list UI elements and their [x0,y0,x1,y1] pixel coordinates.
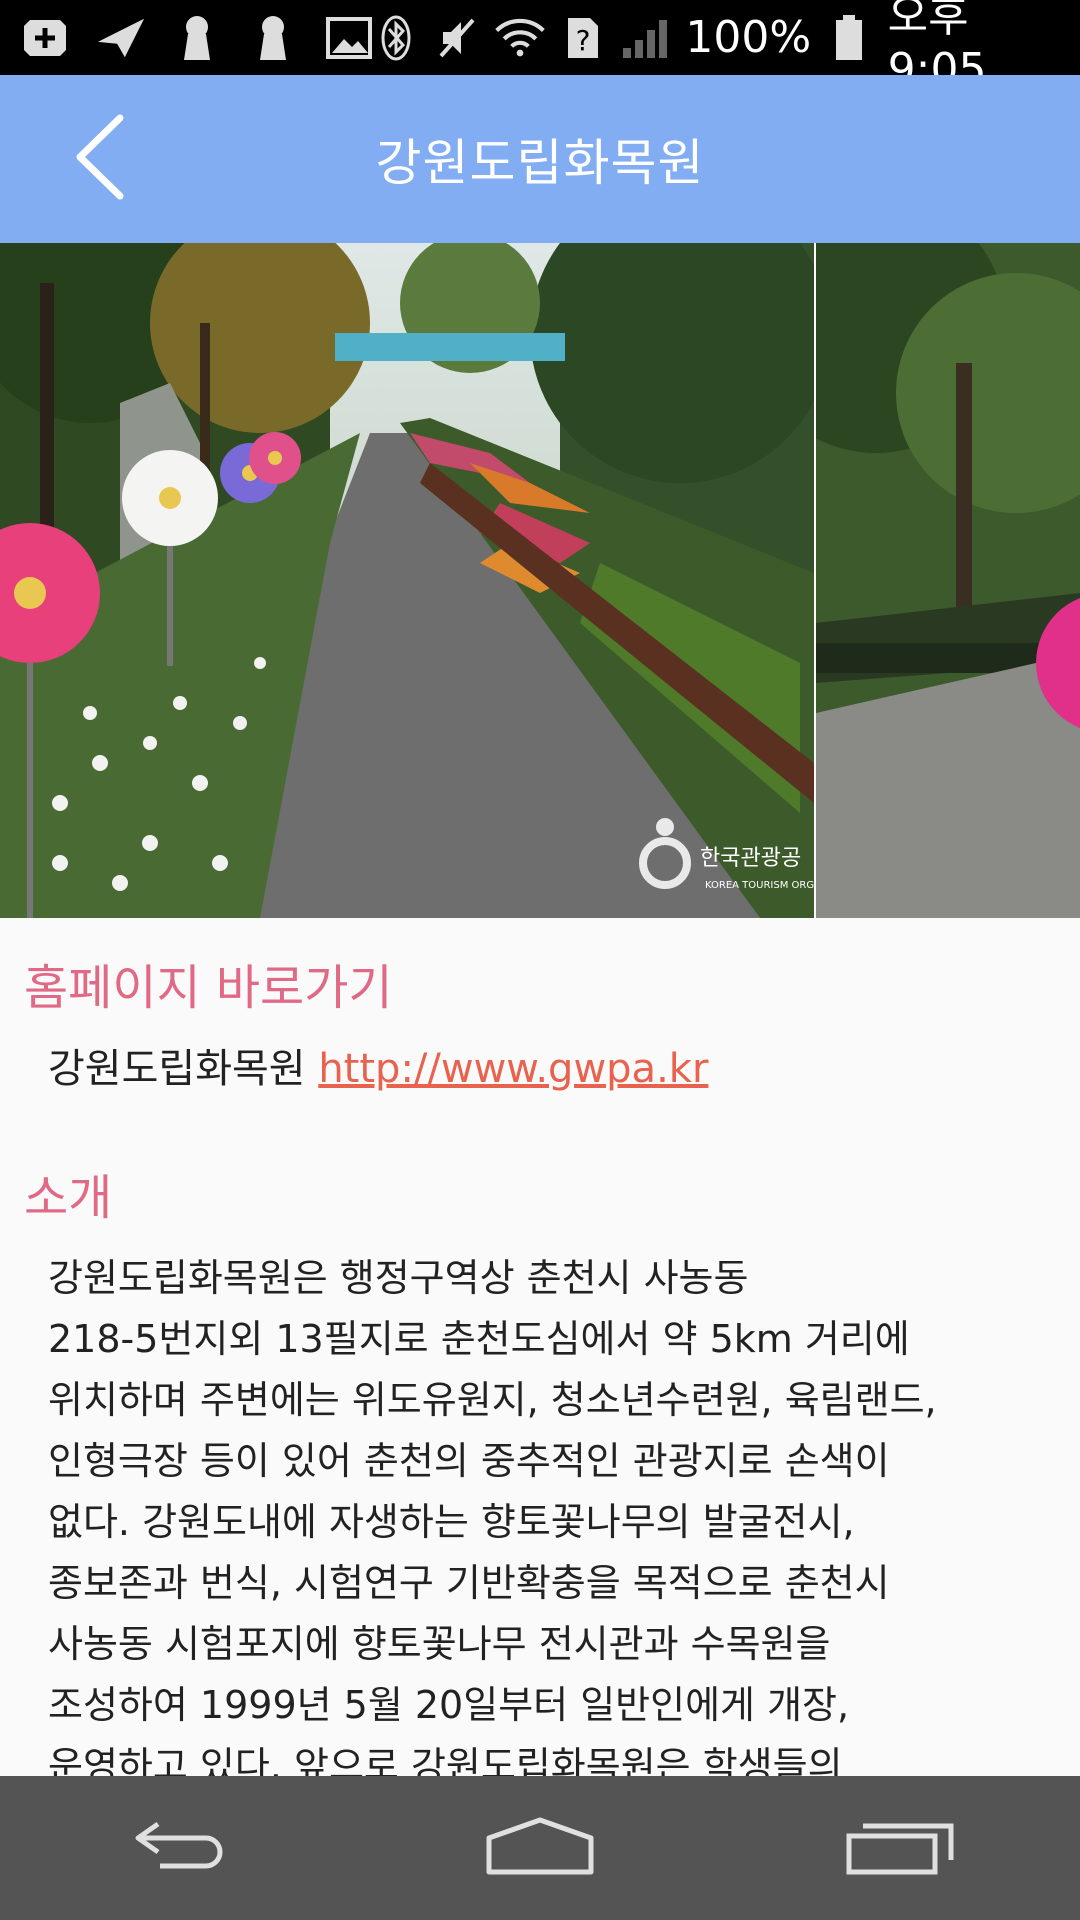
plus-box-icon [20,13,70,63]
nav-recents-icon [845,1816,955,1880]
battery-icon [827,13,871,63]
keyhole-icon [248,13,298,63]
homepage-row: 강원도립화목원 http://www.gwpa.kr [48,1036,708,1094]
intro-text: 강원도립화목원은 행정구역상 춘천시 사농동 218-5번지외 13필지로 춘천… [48,1256,937,1776]
wifi-icon [495,13,545,63]
homepage-name: 강원도립화목원 [48,1046,306,1092]
image-icon [324,13,374,63]
svg-text:?: ? [576,24,591,57]
nav-recents-button[interactable] [800,1776,1000,1920]
status-bar: ? 100% 오후 9:05 [0,0,1080,95]
intro-heading: 소개 [24,1170,113,1226]
keyhole-icon [172,13,222,63]
gallery-photo[interactable]: 한국관광공 KOREA TOURISM ORGAN [0,243,814,918]
no-sim-icon: ? [561,13,605,63]
bluetooth-icon [374,13,418,63]
navigation-bar [0,1776,1080,1920]
nav-back-button[interactable] [80,1776,280,1920]
chevron-left-icon [70,112,130,206]
gallery-photo-next[interactable] [816,243,1080,918]
watermark-text: 한국관광공 [700,846,801,871]
page-title: 강원도립화목원 [375,134,705,192]
status-bar-notifications [20,13,374,63]
send-icon [96,13,146,63]
mute-icon [434,13,478,63]
app-bar: 강원도립화목원 [0,75,1080,243]
detail-content[interactable]: 홈페이지 바로가기 강원도립화목원 http://www.gwpa.kr 소개 … [0,918,1080,1776]
homepage-link[interactable]: http://www.gwpa.kr [318,1046,708,1092]
back-button[interactable] [40,99,160,219]
homepage-heading: 홈페이지 바로가기 [24,960,393,1016]
nav-home-icon [485,1816,595,1880]
nav-back-icon [130,1816,230,1880]
photo-gallery[interactable]: 한국관광공 KOREA TOURISM ORGAN [0,243,1080,918]
battery-percent: 100% [685,12,812,63]
watermark-subtext: KOREA TOURISM ORGAN [705,880,814,891]
nav-home-button[interactable] [440,1776,640,1920]
signal-icon [621,13,669,63]
